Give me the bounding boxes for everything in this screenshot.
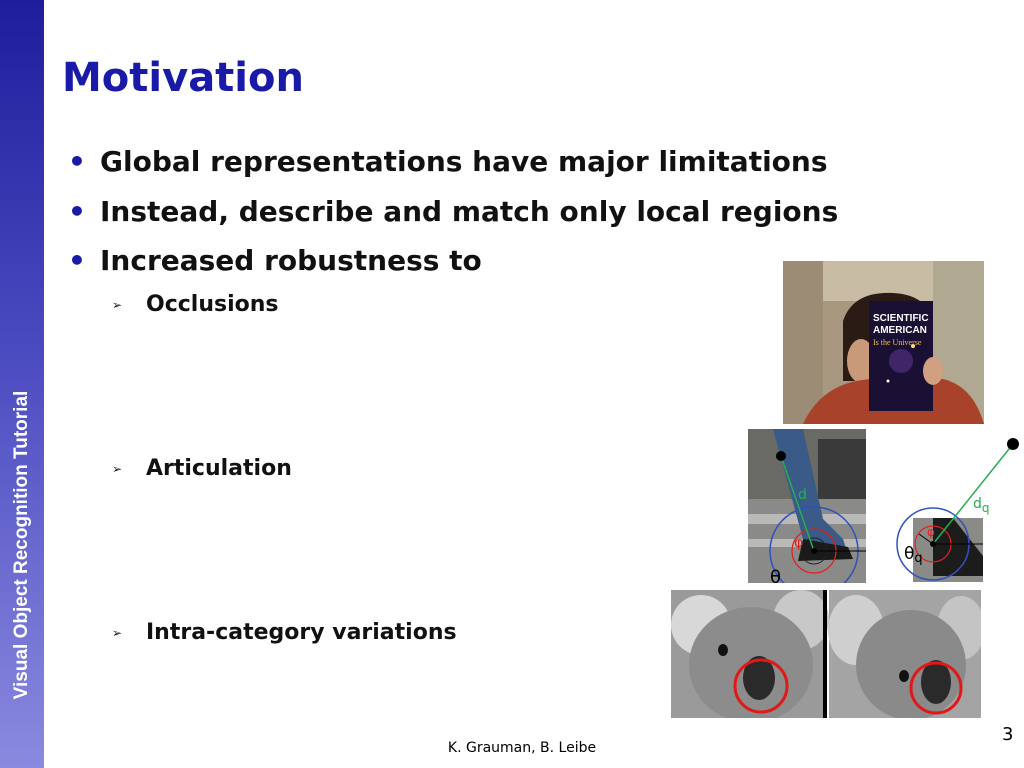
bullet-dot-icon: • [68, 244, 86, 277]
arrow-bullet-icon: ➢ [112, 625, 123, 640]
subbullet-articulation: ➢ Articulation [112, 456, 292, 481]
slide-title: Motivation [62, 55, 304, 101]
page-number: 3 [1002, 724, 1014, 745]
magazine-line-3: Is the Universe [873, 338, 922, 347]
sidebar-title: Visual Object Recognition Tutorial [11, 390, 32, 700]
arrow-bullet-icon: ➢ [112, 297, 123, 312]
footer-authors: K. Grauman, B. Leibe [447, 740, 597, 756]
label-phi-left: φ [794, 535, 803, 551]
subbullet-occlusions: ➢ Occlusions [112, 292, 279, 317]
subbullet-1-text: Occlusions [146, 292, 279, 317]
bullet-2: • Instead, describe and match only local… [68, 195, 838, 228]
bullet-dot-icon: • [68, 145, 86, 178]
bullet-3: • Increased robustness to [68, 244, 482, 277]
bullet-2-text: Instead, describe and match only local r… [100, 195, 839, 228]
subbullet-3-text: Intra-category variations [146, 620, 457, 645]
subbullet-2-text: Articulation [146, 456, 292, 481]
label-theta-right: θq [904, 544, 923, 566]
bullet-1-text: Global representations have major limita… [100, 145, 828, 178]
bullet-dot-icon: • [68, 195, 86, 228]
sidebar-band: Visual Object Recognition Tutorial [0, 0, 44, 768]
articulation-photo-left: d φ [748, 429, 866, 583]
magazine-line-1: SCIENTIFIC [873, 313, 929, 324]
bullet-3-text: Increased robustness to [100, 244, 482, 277]
koala-photos [671, 590, 981, 718]
bullet-1: • Global representations have major limi… [68, 145, 828, 178]
occlusion-photo: SCIENTIFIC AMERICAN Is the Universe [783, 261, 984, 424]
label-d-right: dq [973, 496, 990, 515]
magazine-line-2: AMERICAN [873, 325, 927, 336]
arrow-bullet-icon: ➢ [112, 461, 123, 476]
label-phi-right: φ [927, 525, 935, 539]
subbullet-intra-category: ➢ Intra-category variations [112, 620, 457, 645]
label-theta-left: θ [770, 567, 782, 588]
label-d-left: d [798, 487, 807, 503]
